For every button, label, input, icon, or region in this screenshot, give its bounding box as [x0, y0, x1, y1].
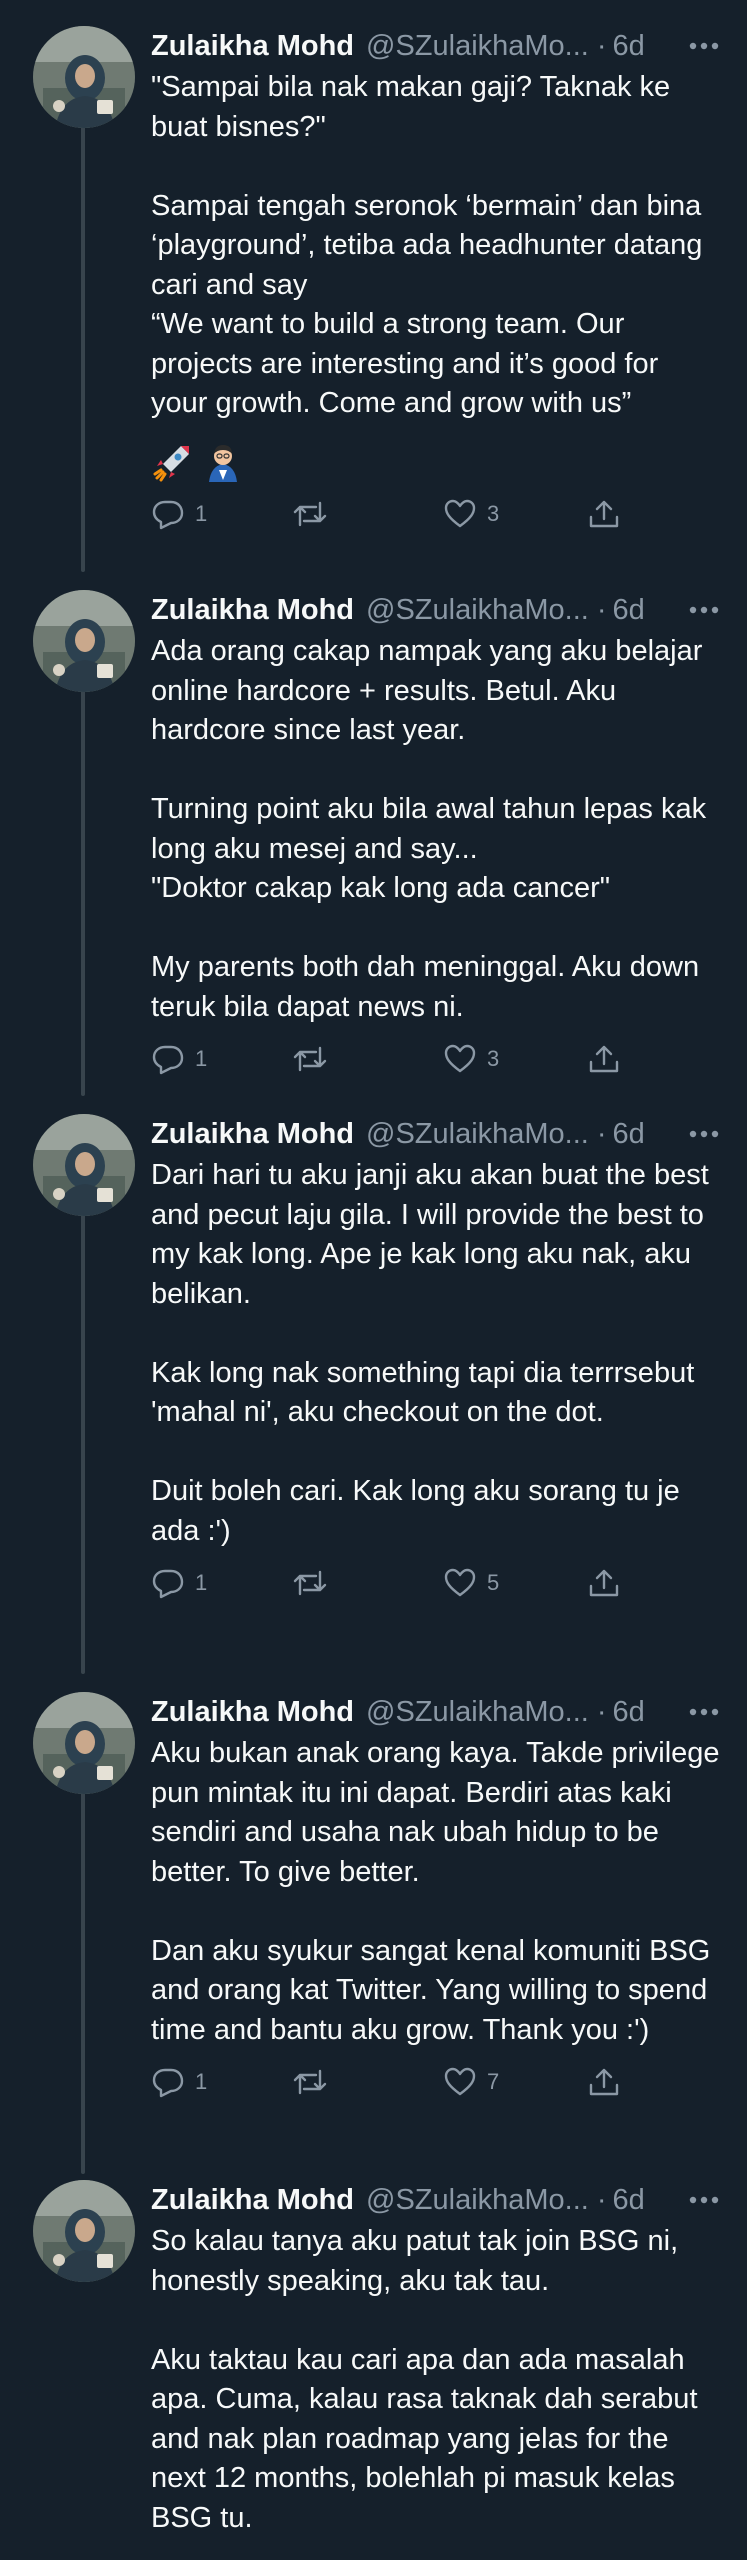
heart-icon	[444, 1568, 476, 1597]
share-icon	[589, 1045, 619, 1073]
share-icon	[589, 1569, 619, 1597]
share-button[interactable]	[587, 2062, 621, 2102]
avatar[interactable]	[33, 26, 135, 128]
avatar[interactable]	[33, 1692, 135, 1794]
reply-button[interactable]: 1	[151, 1563, 207, 1603]
avatar[interactable]	[33, 590, 135, 692]
handle[interactable]: @SZulaikhaMo...	[366, 1692, 589, 1732]
like-button[interactable]: 3	[443, 1039, 499, 1079]
timestamp[interactable]: 6d	[613, 1114, 645, 1154]
retweet-button[interactable]	[291, 494, 339, 534]
handle[interactable]: @SZulaikhaMo...	[366, 26, 589, 66]
emoji-row	[151, 440, 721, 484]
more-icon[interactable]	[687, 2190, 721, 2210]
share-button[interactable]	[587, 1039, 621, 1079]
reply-icon	[152, 1569, 184, 1599]
like-count: 5	[487, 1570, 500, 1595]
tweet-text: Ada orang cakap nampak yang aku belajar …	[151, 635, 707, 1023]
separator: ·	[596, 1118, 607, 1150]
share-button[interactable]	[587, 494, 621, 534]
display-name[interactable]: Zulaikha Mohd	[151, 1114, 354, 1154]
more-icon[interactable]	[687, 36, 721, 56]
display-name[interactable]: Zulaikha Mohd	[151, 26, 354, 66]
retweet-icon	[293, 1046, 327, 1072]
timestamp[interactable]: 6d	[613, 26, 645, 66]
retweet-button[interactable]	[291, 2062, 339, 2102]
reply-icon	[152, 1045, 184, 1075]
action-bar: 1 3	[151, 494, 721, 534]
handle[interactable]: @SZulaikhaMo...	[366, 590, 589, 630]
display-name[interactable]: Zulaikha Mohd	[151, 590, 354, 630]
reply-count: 1	[195, 500, 208, 526]
tweet-text: Dari hari tu aku janji aku akan buat the…	[151, 1159, 709, 1547]
action-bar: 1 3	[151, 1039, 721, 1079]
like-count: 7	[487, 2069, 500, 2094]
avatar[interactable]	[33, 2180, 135, 2282]
display-name[interactable]: Zulaikha Mohd	[151, 2180, 354, 2220]
share-button[interactable]	[587, 1563, 621, 1603]
handle[interactable]: @SZulaikhaMo...	[366, 1114, 589, 1154]
avatar[interactable]	[33, 1114, 135, 1216]
heart-icon	[444, 2067, 476, 2096]
share-icon	[589, 500, 619, 527]
rocket-icon	[153, 445, 189, 481]
tweet-header: Zulaikha Mohd @SZulaikhaMo... · 6d	[151, 26, 721, 66]
tweet-text: So kalau tanya aku patut tak join BSG ni…	[151, 2225, 698, 2534]
like-button[interactable]: 7	[443, 2062, 499, 2102]
reply-button[interactable]: 1	[151, 1039, 207, 1079]
timestamp[interactable]: 6d	[613, 1692, 645, 1732]
reply-count: 1	[195, 1046, 208, 1071]
separator: ·	[596, 30, 607, 62]
thread-line	[81, 122, 85, 572]
reply-button[interactable]: 1	[151, 2062, 207, 2102]
tweet-header: Zulaikha Mohd @SZulaikhaMo... · 6d	[151, 1114, 721, 1154]
tweet-header: Zulaikha Mohd @SZulaikhaMo... · 6d	[151, 590, 721, 630]
tweet-text: Aku bukan anak orang kaya. Takde privile…	[151, 1737, 720, 2046]
tweet-text: "Sampai bila nak makan gaji? Taknak ke b…	[151, 71, 703, 419]
share-icon	[589, 2068, 619, 2096]
reply-icon	[152, 2068, 184, 2098]
retweet-icon	[293, 1570, 327, 1596]
action-bar: 1 7	[151, 2062, 721, 2102]
like-count: 3	[487, 1046, 500, 1071]
separator: ·	[596, 1696, 607, 1728]
retweet-button[interactable]	[291, 1039, 339, 1079]
reply-icon	[152, 500, 184, 529]
tweet-header: Zulaikha Mohd @SZulaikhaMo... · 6d	[151, 2180, 721, 2220]
more-icon[interactable]	[687, 1124, 721, 1144]
thread-line	[81, 1762, 85, 2174]
retweet-icon	[293, 501, 327, 526]
handle[interactable]: @SZulaikhaMo...	[366, 2180, 589, 2220]
heart-icon	[444, 1044, 476, 1073]
thread-line	[81, 660, 85, 1096]
scientist-icon	[209, 444, 237, 482]
separator: ·	[596, 2184, 607, 2216]
reply-count: 1	[195, 2069, 208, 2094]
action-bar: 1 5	[151, 1563, 721, 1603]
timestamp[interactable]: 6d	[613, 2180, 645, 2220]
more-icon[interactable]	[687, 600, 721, 620]
thread-line	[81, 1184, 85, 1674]
separator: ·	[596, 594, 607, 626]
reply-count: 1	[195, 1570, 208, 1595]
like-button[interactable]: 5	[443, 1563, 499, 1603]
like-count: 3	[487, 500, 500, 526]
tweet-header: Zulaikha Mohd @SZulaikhaMo... · 6d	[151, 1692, 721, 1732]
retweet-icon	[293, 2069, 327, 2095]
display-name[interactable]: Zulaikha Mohd	[151, 1692, 354, 1732]
heart-icon	[444, 499, 476, 527]
retweet-button[interactable]	[291, 1563, 339, 1603]
more-icon[interactable]	[687, 1702, 721, 1722]
like-button[interactable]: 3	[443, 494, 499, 534]
timestamp[interactable]: 6d	[613, 590, 645, 630]
reply-button[interactable]: 1	[151, 494, 207, 534]
